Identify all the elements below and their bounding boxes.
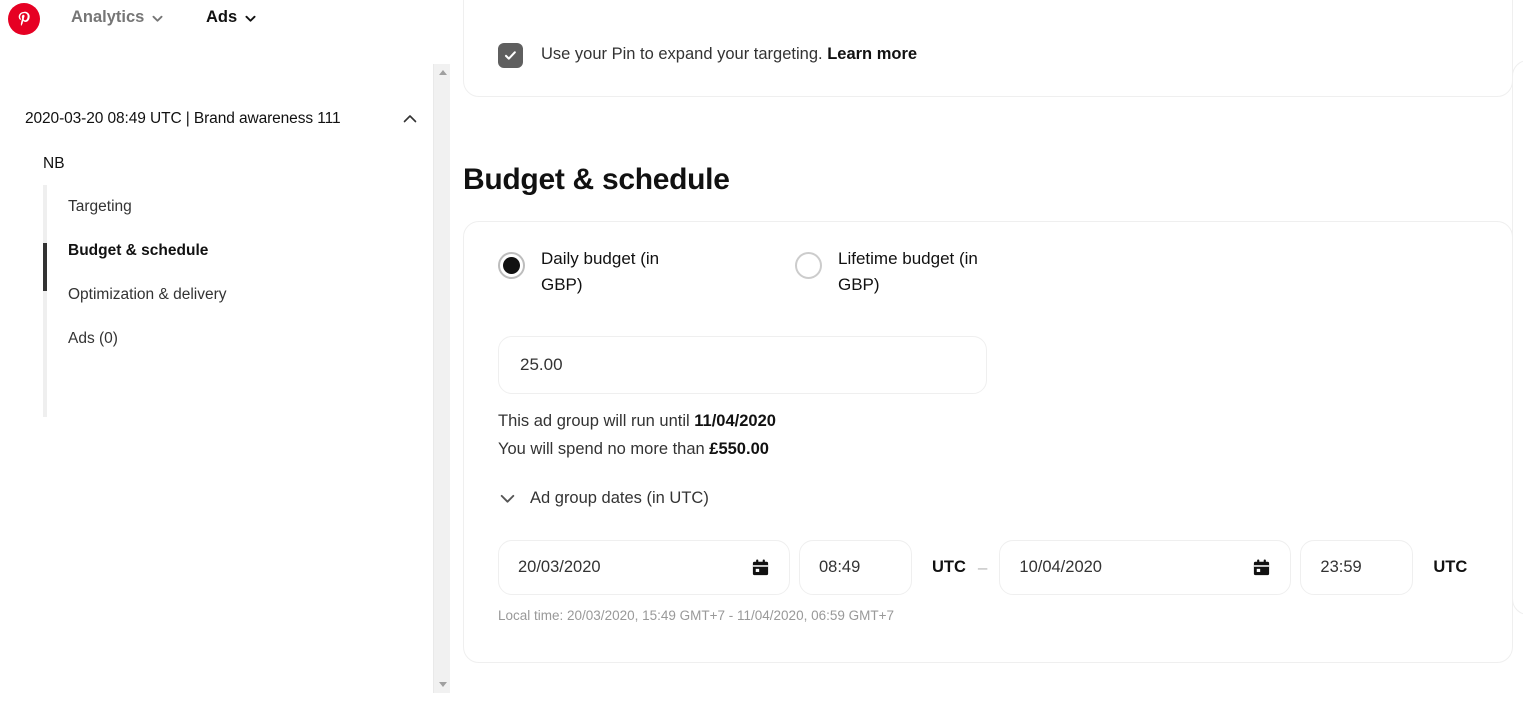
chevron-up-icon[interactable] xyxy=(401,110,419,128)
calendar-icon[interactable] xyxy=(1252,558,1271,577)
checkbox-checked-icon[interactable] xyxy=(498,43,523,68)
budget-summary-spend: You will spend no more than £550.00 xyxy=(498,436,776,464)
budget-amount-input[interactable]: 25.00 xyxy=(498,336,987,394)
sidebar-subnav: Targeting Budget & schedule Optimization… xyxy=(68,185,398,361)
scroll-up-arrow-icon[interactable] xyxy=(434,64,451,81)
nav-item-analytics-label: Analytics xyxy=(71,8,145,26)
sidebar-nav-rail xyxy=(43,185,47,417)
campaign-header-label: 2020-03-20 08:49 UTC | Brand awareness 1… xyxy=(25,110,341,127)
sidebar-scrollbar[interactable] xyxy=(433,64,450,693)
sidebar-item-targeting[interactable]: Targeting xyxy=(68,185,398,229)
budget-summary-spend-prefix: You will spend no more than xyxy=(498,439,710,458)
scroll-down-arrow-icon[interactable] xyxy=(434,676,451,693)
calendar-icon[interactable] xyxy=(751,558,770,577)
learn-more-link[interactable]: Learn more xyxy=(827,45,917,63)
sidebar-nav-rail-active-indicator xyxy=(43,243,47,291)
nav-item-ads-label: Ads xyxy=(206,8,238,26)
targeting-expansion-row: Use your Pin to expand your targeting. L… xyxy=(498,43,917,68)
adgroup-name: NB xyxy=(43,155,65,172)
end-date-input[interactable]: 10/04/2020 xyxy=(999,540,1292,595)
app-root: Analytics Ads 2020-03-20 08:49 UTC | Bra… xyxy=(0,0,1523,714)
end-timezone-label: UTC xyxy=(1433,558,1468,576)
start-time-input[interactable]: 08:49 xyxy=(799,540,912,595)
targeting-expansion-description: Use your Pin to expand your targeting. xyxy=(541,45,823,63)
radio-option-lifetime-budget-label: Lifetime budget (in GBP) xyxy=(838,249,978,295)
sidebar-item-ads[interactable]: Ads (0) xyxy=(68,317,398,361)
campaign-sidebar: 2020-03-20 08:49 UTC | Brand awareness 1… xyxy=(0,55,425,714)
adgroup-dates-toggle-label: Ad group dates (in UTC) xyxy=(530,489,709,507)
start-date-value: 20/03/2020 xyxy=(518,558,601,576)
budget-amount-value: 25.00 xyxy=(520,355,563,374)
budget-summary-run-until: This ad group will run until 11/04/2020 xyxy=(498,408,776,436)
local-time-note: Local time: 20/03/2020, 15:49 GMT+7 - 11… xyxy=(498,608,894,623)
main-content: Use your Pin to expand your targeting. L… xyxy=(455,0,1523,714)
budget-schedule-card: Daily budget (in GBP) Lifetime budget (i… xyxy=(463,221,1513,663)
targeting-expansion-text: Use your Pin to expand your targeting. L… xyxy=(541,43,917,65)
adgroup-dates-row: 20/03/2020 08:49 UTC – 10/04/2020 23:59 … xyxy=(498,540,1467,595)
radio-option-daily-budget[interactable]: Daily budget (in GBP) xyxy=(498,246,701,299)
chevron-down-icon xyxy=(244,11,257,24)
budget-summary-run-until-date: 11/04/2020 xyxy=(694,412,776,430)
budget-summary: This ad group will run until 11/04/2020 … xyxy=(498,408,776,463)
budget-summary-run-until-prefix: This ad group will run until xyxy=(498,412,695,430)
radio-option-lifetime-budget[interactable]: Lifetime budget (in GBP) xyxy=(795,246,998,299)
date-range-separator: – xyxy=(977,557,988,577)
radio-selected-icon[interactable] xyxy=(498,252,525,279)
sidebar-item-ads-label: Ads (0) xyxy=(68,330,118,347)
adgroup-dates-toggle[interactable]: Ad group dates (in UTC) xyxy=(498,489,709,508)
budget-type-radio-group: Daily budget (in GBP) Lifetime budget (i… xyxy=(498,246,998,299)
end-time-value: 23:59 xyxy=(1320,558,1362,576)
sidebar-item-optimization-delivery[interactable]: Optimization & delivery xyxy=(68,273,398,317)
radio-unselected-icon[interactable] xyxy=(795,252,822,279)
sidebar-item-budget-schedule[interactable]: Budget & schedule xyxy=(68,229,398,273)
end-date-value: 10/04/2020 xyxy=(1019,558,1102,576)
nav-item-analytics[interactable]: Analytics xyxy=(71,8,164,27)
pinterest-logo-icon[interactable] xyxy=(8,3,40,35)
chevron-down-icon xyxy=(151,11,164,24)
sidebar-item-budget-schedule-label: Budget & schedule xyxy=(68,242,209,259)
start-date-input[interactable]: 20/03/2020 xyxy=(498,540,790,595)
sidebar-item-targeting-label: Targeting xyxy=(68,198,132,215)
start-timezone-label: UTC xyxy=(932,558,966,576)
chevron-down-icon xyxy=(498,489,517,508)
nav-item-ads[interactable]: Ads xyxy=(206,8,257,27)
campaign-header[interactable]: 2020-03-20 08:49 UTC | Brand awareness 1… xyxy=(25,110,425,128)
end-time-input[interactable]: 23:59 xyxy=(1300,540,1414,595)
page-title: Budget & schedule xyxy=(463,163,730,196)
budget-summary-spend-amount: £550.00 xyxy=(709,439,769,458)
start-time-value: 08:49 xyxy=(819,558,861,576)
targeting-expansion-card: Use your Pin to expand your targeting. L… xyxy=(463,0,1513,97)
radio-option-daily-budget-label: Daily budget (in GBP) xyxy=(541,249,660,295)
adjacent-card-edge xyxy=(1512,60,1523,615)
sidebar-item-optimization-delivery-label: Optimization & delivery xyxy=(68,286,227,303)
